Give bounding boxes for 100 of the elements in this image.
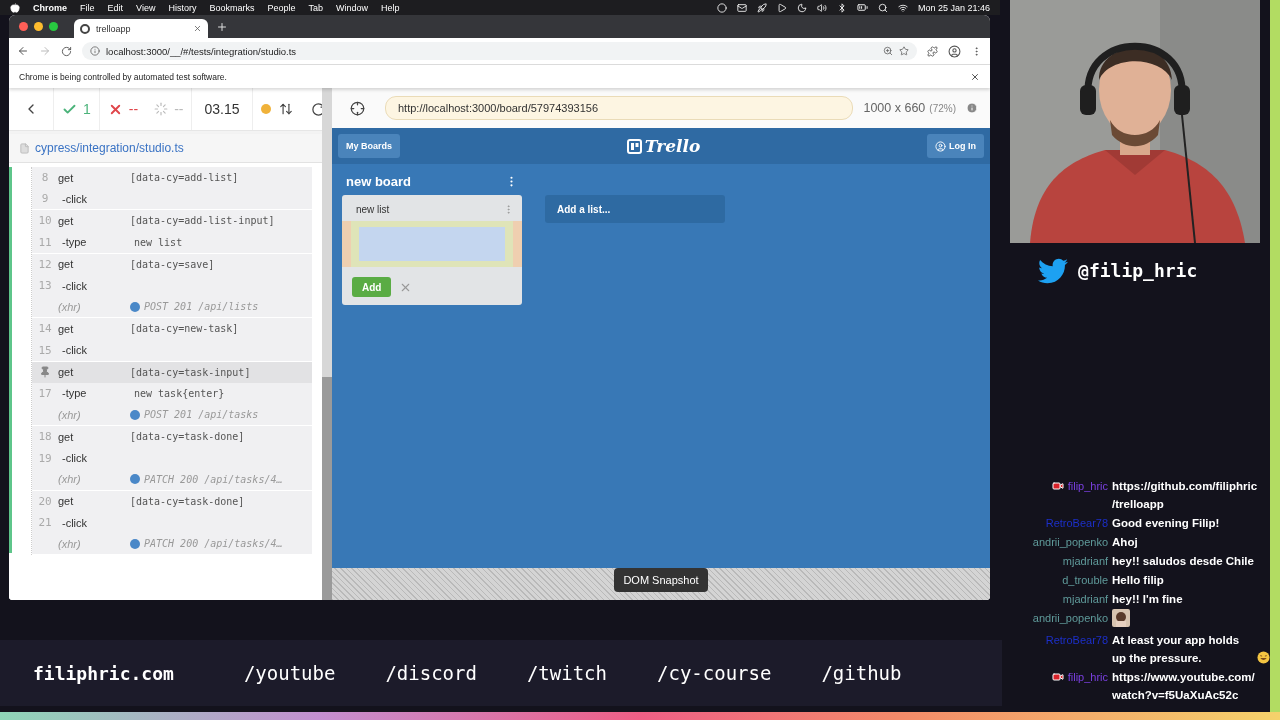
my-boards-button[interactable]: My Boards <box>338 134 400 158</box>
log-in-button[interactable]: Log In <box>927 134 984 158</box>
play-icon[interactable] <box>776 2 787 13</box>
bluetooth-icon[interactable] <box>836 2 847 13</box>
chat-username[interactable]: mjadrianf <box>1062 552 1109 570</box>
line-number: 14 <box>37 322 53 336</box>
moon-icon[interactable] <box>796 2 807 13</box>
circle-icon <box>80 23 90 34</box>
command-name: -click <box>61 452 89 465</box>
command-argument: new task{enter} <box>134 387 225 399</box>
command-name: get <box>58 430 75 443</box>
twitter-handle: @filip_hric <box>1078 260 1198 281</box>
star-icon[interactable] <box>899 46 909 56</box>
chat-username[interactable]: andrii_popenko <box>1032 609 1109 627</box>
menu-item[interactable]: View <box>136 2 156 13</box>
command-name: (xhr) <box>58 537 82 550</box>
speaker-icon[interactable] <box>816 2 827 13</box>
maximize-window-button[interactable] <box>49 22 58 31</box>
extensions-icon[interactable] <box>927 45 938 57</box>
command-name: get <box>58 366 75 379</box>
chat-username[interactable]: andrii_popenko <box>1032 533 1109 551</box>
reload-icon[interactable] <box>61 45 72 57</box>
menu-item[interactable]: Tab <box>308 2 323 13</box>
command-name: (xhr) <box>58 300 82 313</box>
command-argument: [data-cy=add-list] <box>130 172 239 184</box>
spec-file-link[interactable]: cypress/integration/studio.ts <box>35 141 184 155</box>
close-icon[interactable] <box>193 24 202 33</box>
close-window-button[interactable] <box>19 22 28 31</box>
command-name: (xhr) <box>58 473 82 486</box>
line-number: 17 <box>37 386 53 400</box>
info-icon <box>90 46 100 56</box>
command-argument: POST 201 /api/lists <box>144 301 259 313</box>
rocket-icon[interactable] <box>756 2 767 13</box>
chat-message: At least your app holds up the pressure. <box>1112 633 1241 666</box>
request-dot-icon <box>130 409 140 420</box>
line-number: 21 <box>37 516 53 530</box>
command-name: -type <box>61 387 88 400</box>
pinned-command-row[interactable]: get [data-cy=task-input] <box>32 361 312 383</box>
line-number: 18 <box>37 430 53 444</box>
info-icon[interactable] <box>966 102 978 114</box>
passed-count: 1 <box>83 101 91 117</box>
social-link[interactable]: /youtube <box>243 662 336 684</box>
battery-icon[interactable] <box>856 2 868 13</box>
menu-item[interactable]: People <box>267 2 296 13</box>
automation-notice: Chrome is being controlled by automated test software. <box>19 71 227 82</box>
circle-icon[interactable] <box>716 2 727 13</box>
line-number: 8 <box>40 171 50 185</box>
search-icon[interactable] <box>877 2 888 13</box>
menu-item[interactable]: Chrome <box>33 2 67 13</box>
resize-icon[interactable] <box>278 102 293 116</box>
status-dot-icon <box>260 104 271 114</box>
duration: 03.15 <box>204 101 240 117</box>
line-number: 20 <box>37 494 53 508</box>
command-name: get <box>58 214 75 227</box>
add-list-button[interactable]: Add a list... <box>545 195 725 223</box>
laughing-emoji-icon <box>1257 651 1270 664</box>
chat-username[interactable]: d_trouble <box>1062 571 1109 589</box>
command-name: get <box>58 171 75 184</box>
command-argument: [data-cy=new-task] <box>130 323 239 335</box>
menu-item[interactable]: Edit <box>107 2 124 13</box>
chat-username[interactable]: mjadrianf <box>1062 590 1109 608</box>
crosshair-icon[interactable] <box>350 100 365 116</box>
menu-item[interactable]: Bookmarks <box>209 2 255 13</box>
scrollbar-thumb[interactable] <box>322 377 332 600</box>
social-link[interactable]: /cy-course <box>657 662 772 684</box>
chat-message: Hello filip <box>1112 573 1164 588</box>
address-field[interactable]: localhost:3000/__/#/tests/integration/studio.ts <box>82 42 917 60</box>
social-link[interactable]: filiphric.com <box>33 662 174 684</box>
social-link[interactable]: /discord <box>385 662 477 684</box>
menu-item[interactable]: Window <box>336 2 368 13</box>
social-link[interactable]: /github <box>821 662 902 684</box>
profile-icon[interactable] <box>948 44 961 58</box>
menu-item[interactable]: History <box>168 2 197 13</box>
mail-icon[interactable] <box>736 2 747 13</box>
line-number: 19 <box>37 451 53 465</box>
menu-item[interactable]: Help <box>381 2 400 13</box>
line-number: 12 <box>37 257 53 271</box>
command-argument: [data-cy=task-done] <box>130 495 245 507</box>
zoom-icon[interactable] <box>883 46 893 56</box>
new-tab-icon[interactable] <box>216 20 228 33</box>
apple-icon[interactable] <box>10 2 20 13</box>
user-icon <box>935 140 946 152</box>
chat-message: https://www.youtube.com/ watch?v=f5UaXuAc52c <box>1112 670 1256 703</box>
command-argument: [data-cy=task-done] <box>130 431 245 443</box>
line-number: 13 <box>37 279 53 293</box>
command-name: -type <box>61 236 88 249</box>
command-name: -click <box>61 192 89 205</box>
camera-badge-icon <box>1051 671 1064 683</box>
spinner-icon <box>154 102 169 116</box>
social-link[interactable]: /twitch <box>526 662 607 684</box>
request-dot-icon <box>130 538 140 549</box>
minimize-window-button[interactable] <box>34 22 43 31</box>
menu-item[interactable]: File <box>80 2 95 13</box>
wifi-icon[interactable] <box>897 2 908 13</box>
command-argument: POST 201 /api/tasks <box>144 409 259 421</box>
command-name: -click <box>61 516 89 529</box>
browser-tab[interactable]: trelloapp <box>74 19 208 38</box>
failed-count: -- <box>128 101 139 117</box>
line-number: 11 <box>37 235 53 249</box>
close-icon[interactable] <box>970 71 980 82</box>
